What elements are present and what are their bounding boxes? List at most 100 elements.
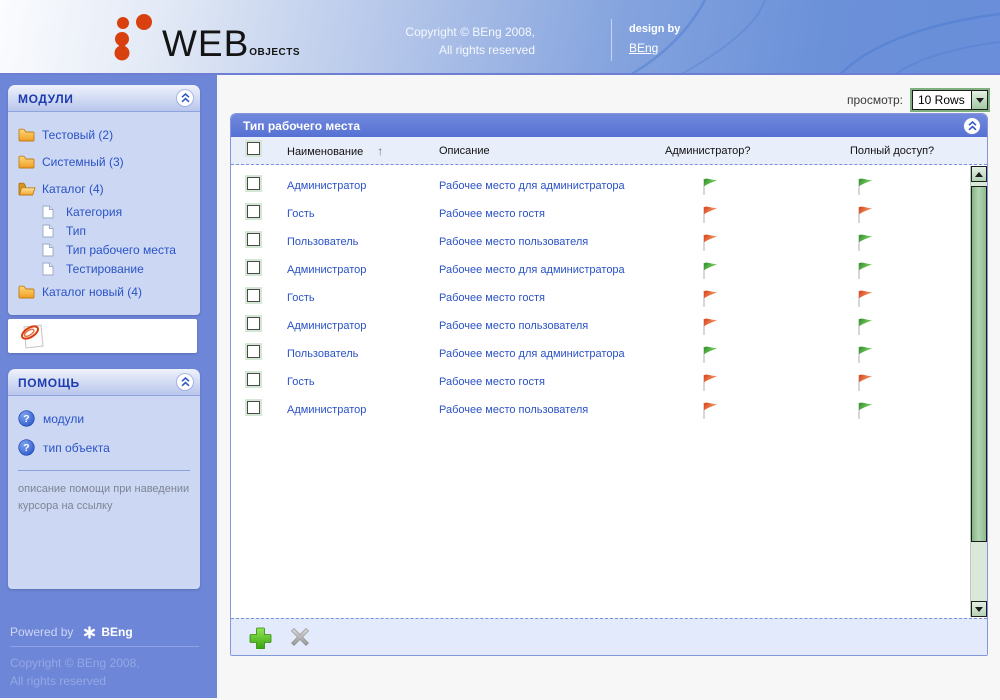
design-by-link[interactable]: BEng <box>629 41 658 55</box>
full-access-flag-yes-icon[interactable] <box>850 316 970 337</box>
help-item[interactable]: ?тип объекта <box>18 433 190 462</box>
row-name-link[interactable]: Гость <box>287 208 439 220</box>
admin-flag-no-icon[interactable] <box>665 400 850 421</box>
admin-flag-no-icon[interactable] <box>665 232 850 253</box>
powered-by: Powered by BEng <box>10 625 199 639</box>
rows-per-page-select[interactable]: 10 Rows <box>912 90 988 110</box>
modules-collapse-button[interactable] <box>177 90 193 106</box>
row-checkbox[interactable] <box>247 373 260 386</box>
footer-copyright: Copyright © BEng 2008, All rights reserv… <box>10 655 199 690</box>
column-header-description[interactable]: Описание <box>439 145 665 157</box>
row-description-link[interactable]: Рабочее место для администратора <box>439 180 665 192</box>
help-item[interactable]: ?модули <box>18 404 190 433</box>
admin-flag-no-icon[interactable] <box>665 204 850 225</box>
full-access-flag-yes-icon[interactable] <box>850 260 970 281</box>
row-description-link[interactable]: Рабочее место пользователя <box>439 404 665 416</box>
header-divider <box>611 19 612 61</box>
help-collapse-button[interactable] <box>177 374 193 390</box>
help-panel-header: ПОМОЩЬ <box>8 369 200 396</box>
column-header-admin[interactable]: Администратор? <box>665 145 850 157</box>
help-description: описание помощи при наведении курсора на… <box>18 481 190 514</box>
sidebar-footer: Powered by BEng Copyrigh <box>10 625 199 690</box>
scrollbar-down-button[interactable] <box>971 601 987 617</box>
tree-item[interactable]: Системный (3) <box>18 148 196 175</box>
select-dropdown-button[interactable] <box>971 91 987 109</box>
admin-flag-no-icon[interactable] <box>665 372 850 393</box>
logo-text-main: WEB <box>162 28 249 61</box>
help-panel-body: ?модули?тип объекта описание помощи при … <box>8 396 200 589</box>
row-checkbox[interactable] <box>247 177 260 190</box>
full-access-flag-no-icon[interactable] <box>850 288 970 309</box>
admin-flag-no-icon[interactable] <box>665 316 850 337</box>
full-access-flag-yes-icon[interactable] <box>850 176 970 197</box>
row-name-link[interactable]: Администратор <box>287 320 439 332</box>
table-row: ГостьРабочее место гостя <box>231 368 970 396</box>
table-scrollbar[interactable] <box>970 166 987 617</box>
full-access-flag-yes-icon[interactable] <box>850 232 970 253</box>
row-name-link[interactable]: Гость <box>287 376 439 388</box>
tree-item[interactable]: Категория <box>42 202 196 221</box>
tree-item[interactable]: Тип <box>42 221 196 240</box>
admin-flag-no-icon[interactable] <box>665 288 850 309</box>
table-collapse-button[interactable] <box>964 118 980 134</box>
row-description-link[interactable]: Рабочее место гостя <box>439 208 665 220</box>
row-description-link[interactable]: Рабочее место для администратора <box>439 264 665 276</box>
row-description-link[interactable]: Рабочее место пользователя <box>439 236 665 248</box>
column-header-full-access[interactable]: Полный доступ? <box>850 145 987 157</box>
chevron-down-icon <box>976 98 984 103</box>
tree-item-label: Категория <box>66 205 122 219</box>
row-checkbox[interactable] <box>247 345 260 358</box>
view-label: просмотр: <box>847 93 903 107</box>
row-name-link[interactable]: Администратор <box>287 264 439 276</box>
row-checkbox[interactable] <box>247 317 260 330</box>
row-name-link[interactable]: Гость <box>287 292 439 304</box>
table-rows: АдминистраторРабочее место для администр… <box>231 172 970 424</box>
row-checkbox[interactable] <box>247 233 260 246</box>
table-header-row: Наименование↑ Описание Администратор? По… <box>231 137 987 165</box>
delete-row-button[interactable] <box>290 627 310 647</box>
admin-flag-yes-icon[interactable] <box>665 176 850 197</box>
tree-item[interactable]: Тестовый (2) <box>18 121 196 148</box>
modules-panel-title: МОДУЛИ <box>18 92 74 106</box>
row-checkbox[interactable] <box>247 289 260 302</box>
tree-item[interactable]: Каталог новый (4) <box>18 278 196 305</box>
row-description-link[interactable]: Рабочее место для администратора <box>439 348 665 360</box>
attachment-box[interactable] <box>8 319 197 353</box>
row-description-link[interactable]: Рабочее место гостя <box>439 376 665 388</box>
row-name-link[interactable]: Администратор <box>287 404 439 416</box>
admin-flag-yes-icon[interactable] <box>665 344 850 365</box>
column-header-name[interactable]: Наименование↑ <box>287 144 439 158</box>
table-row: ПользовательРабочее место пользователя <box>231 228 970 256</box>
full-access-flag-yes-icon[interactable] <box>850 400 970 421</box>
add-row-button[interactable] <box>249 626 272 649</box>
row-name-link[interactable]: Пользователь <box>287 236 439 248</box>
tree-item-label: Тестирование <box>66 262 144 276</box>
tree-item[interactable]: Каталог (4) <box>18 175 196 202</box>
table-row: ПользовательРабочее место для администра… <box>231 340 970 368</box>
row-checkbox[interactable] <box>247 401 260 414</box>
header-copyright: Copyright © BEng 2008, All rights reserv… <box>290 23 535 59</box>
table-row: ГостьРабочее место гостя <box>231 200 970 228</box>
tree-item-label: Тип <box>66 224 86 238</box>
beng-star-icon <box>83 626 96 639</box>
row-checkbox[interactable] <box>247 261 260 274</box>
paperclip-document-icon <box>16 321 48 351</box>
select-all-checkbox[interactable] <box>247 142 260 155</box>
row-description-link[interactable]: Рабочее место гостя <box>439 292 665 304</box>
row-checkbox[interactable] <box>247 205 260 218</box>
admin-flag-yes-icon[interactable] <box>665 260 850 281</box>
tree-item[interactable]: Тип рабочего места <box>42 240 196 259</box>
modules-tree: Тестовый (2)Системный (3)Каталог (4) Кате… <box>8 112 200 315</box>
row-name-link[interactable]: Администратор <box>287 180 439 192</box>
row-description-link[interactable]: Рабочее место пользователя <box>439 320 665 332</box>
footer-divider <box>10 646 199 647</box>
scrollbar-track[interactable] <box>971 182 987 601</box>
folder-open-icon <box>18 182 36 196</box>
row-name-link[interactable]: Пользователь <box>287 348 439 360</box>
tree-item[interactable]: Тестирование <box>42 259 196 278</box>
full-access-flag-no-icon[interactable] <box>850 372 970 393</box>
scrollbar-thumb[interactable] <box>971 186 987 542</box>
full-access-flag-yes-icon[interactable] <box>850 344 970 365</box>
full-access-flag-no-icon[interactable] <box>850 204 970 225</box>
scrollbar-up-button[interactable] <box>971 166 987 182</box>
